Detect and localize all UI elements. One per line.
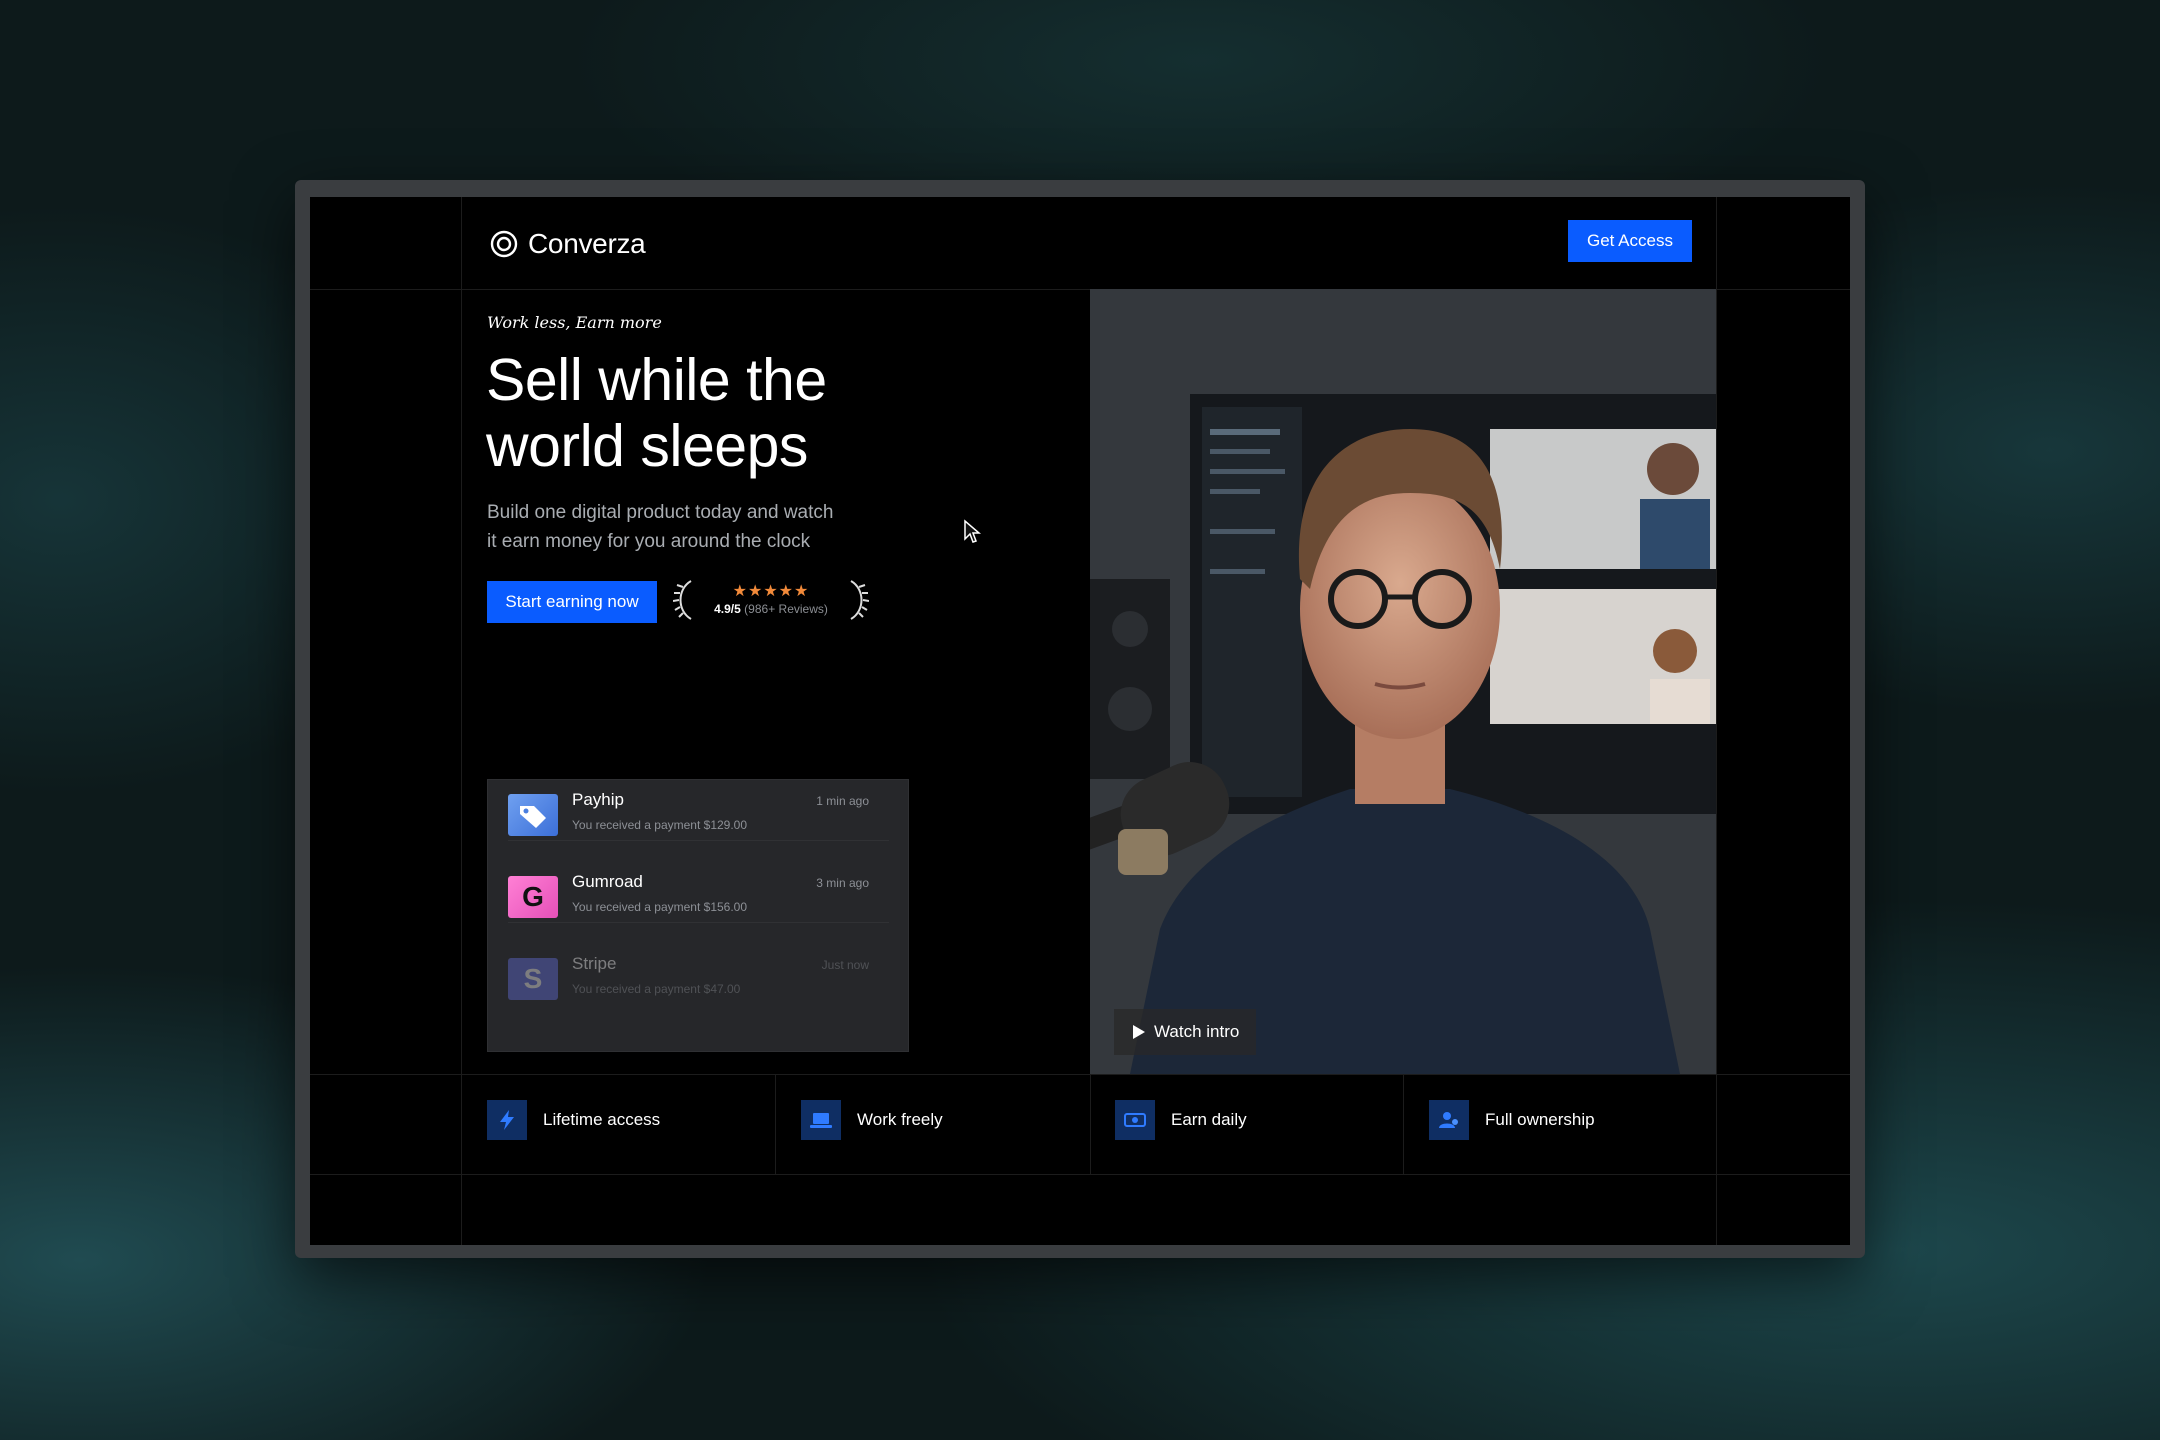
laptop-icon	[801, 1100, 841, 1140]
user-icon	[1429, 1100, 1469, 1140]
landing-page: Converza Get Access Work less, Earn more…	[310, 197, 1850, 1245]
subtitle-line-1: Build one digital product today and watc…	[487, 502, 834, 523]
laurel-right-icon	[850, 580, 869, 620]
grid-line	[310, 1174, 1850, 1175]
cash-icon	[1115, 1100, 1155, 1140]
start-earning-button[interactable]: Start earning now	[487, 581, 657, 623]
notification-title: Gumroad	[572, 872, 643, 891]
get-access-button[interactable]: Get Access	[1568, 220, 1692, 262]
hero-eyebrow: Work less, Earn more	[487, 313, 662, 332]
feature-label: Earn daily	[1171, 1110, 1247, 1129]
intro-video[interactable]: Watch intro	[1090, 289, 1716, 1074]
play-icon	[1133, 1025, 1145, 1039]
mouse-cursor-icon	[964, 519, 981, 543]
watch-intro-label: Watch intro	[1154, 1022, 1240, 1041]
feature-work-freely: Work freely	[801, 1093, 943, 1147]
notification-message: You received a payment $47.00	[572, 982, 741, 996]
feature-label: Work freely	[857, 1110, 943, 1129]
grid-line	[775, 1074, 776, 1174]
notification-title: Stripe	[572, 954, 617, 973]
payment-notifications: Payhip You received a payment $129.00 1 …	[487, 779, 909, 1052]
notification-item[interactable]: S Stripe You received a payment $47.00 J…	[508, 948, 889, 1004]
notification-time: 3 min ago	[816, 876, 869, 890]
grid-line	[1403, 1074, 1404, 1174]
target-logo-icon	[490, 230, 518, 258]
feature-label: Full ownership	[1485, 1110, 1595, 1129]
stripe-logo-icon: S	[508, 958, 558, 1000]
notification-time: 1 min ago	[816, 794, 869, 808]
grid-line	[310, 1074, 1850, 1075]
subtitle-line-2: it earn money for you around the clock	[487, 531, 811, 552]
notification-title: Payhip	[572, 790, 624, 809]
star-rating: ★★★★★	[732, 583, 810, 600]
brand-logo[interactable]: Converza	[490, 228, 646, 260]
hero-subtitle: Build one digital product today and watc…	[487, 498, 887, 556]
grid-line	[461, 197, 462, 1245]
grid-line	[1716, 197, 1717, 1245]
rating-score: 4.9/5	[714, 602, 741, 616]
rating-reviews: (986+ Reviews)	[744, 602, 828, 616]
gumroad-logo-icon: G	[508, 876, 558, 918]
browser-frame: Converza Get Access Work less, Earn more…	[295, 180, 1865, 1258]
grid-line	[1090, 1074, 1091, 1174]
notification-time: Just now	[821, 958, 869, 972]
headline-line-1: Sell while the	[486, 347, 827, 413]
feature-label: Lifetime access	[543, 1110, 661, 1129]
rating-badge: ★★★★★ 4.9/5 (986+ Reviews)	[673, 577, 869, 623]
gumroad-letter: G	[522, 881, 544, 912]
rating-text: 4.9/5 (986+ Reviews)	[693, 602, 849, 616]
stripe-letter: S	[523, 963, 543, 994]
presenter-image	[1090, 289, 1716, 1074]
feature-lifetime-access: Lifetime access	[487, 1093, 660, 1147]
feature-full-ownership: Full ownership	[1429, 1093, 1595, 1147]
feature-earn-daily: Earn daily	[1115, 1093, 1247, 1147]
watch-intro-button[interactable]: Watch intro	[1114, 1009, 1256, 1055]
headline-line-2: world sleeps	[486, 413, 808, 479]
notification-item[interactable]: Payhip You received a payment $129.00 1 …	[508, 784, 889, 841]
tag-icon	[508, 794, 558, 836]
notification-item[interactable]: G Gumroad You received a payment $156.00…	[508, 866, 889, 923]
notification-message: You received a payment $156.00	[572, 900, 748, 914]
bolt-icon	[487, 1100, 527, 1140]
brand-name: Converza	[528, 228, 646, 259]
hero-headline: Sell while the world sleeps	[486, 347, 986, 479]
notification-message: You received a payment $129.00	[572, 818, 748, 832]
